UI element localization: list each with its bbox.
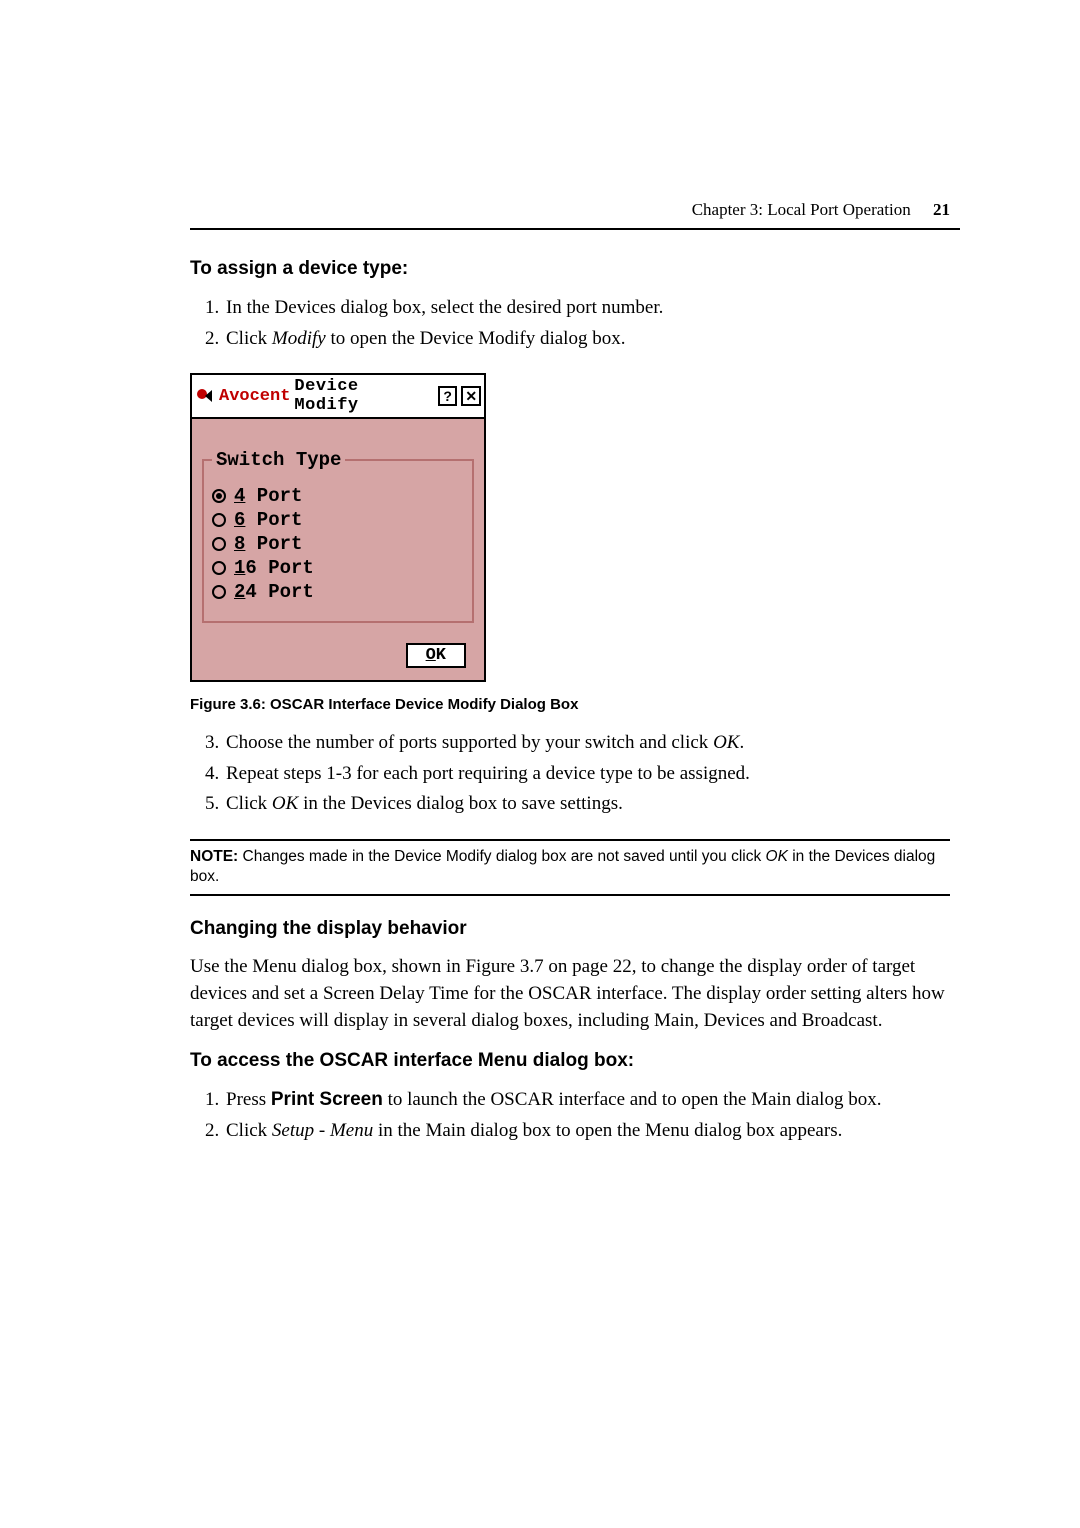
figure-caption: Figure 3.6: OSCAR Interface Device Modif… (190, 696, 950, 713)
radio-icon (212, 489, 226, 503)
page-number: 21 (933, 200, 950, 219)
page-header: Chapter 3: Local Port Operation 21 (190, 200, 960, 220)
assign-steps-list: In the Devices dialog box, select the de… (190, 294, 950, 353)
help-button[interactable]: ? (438, 386, 458, 406)
brand-text: Avocent (219, 387, 290, 406)
avocent-logo-icon (195, 386, 215, 406)
close-button[interactable]: ✕ (461, 386, 481, 406)
changing-paragraph: Use the Menu dialog box, shown in Figure… (190, 954, 950, 1034)
section-title-assign: To assign a device type: (190, 258, 950, 280)
radio-label: 8 Port (234, 533, 302, 555)
section-title-changing: Changing the display behavior (190, 918, 950, 940)
list-item: Click Setup - Menu in the Main dialog bo… (224, 1117, 950, 1146)
page-content: To assign a device type: In the Devices … (190, 258, 950, 1145)
radio-24-port[interactable]: 24 Port (212, 581, 464, 603)
list-item: Repeat steps 1-3 for each port requiring… (224, 760, 950, 789)
device-modify-dialog: Avocent Device Modify ? ✕ Switch Type 4 … (190, 373, 486, 682)
section-title-access: To access the OSCAR interface Menu dialo… (190, 1050, 950, 1072)
radio-16-port[interactable]: 16 Port (212, 557, 464, 579)
switch-type-legend: Switch Type (212, 449, 345, 471)
radio-6-port[interactable]: 6 Port (212, 509, 464, 531)
list-item: Press Print Screen to launch the OSCAR i… (224, 1086, 950, 1115)
dialog-title: Device Modify (294, 377, 429, 415)
radio-label: 24 Port (234, 581, 314, 603)
assign-steps-list-2: Choose the number of ports supported by … (190, 729, 950, 819)
list-item: In the Devices dialog box, select the de… (224, 294, 950, 323)
radio-label: 16 Port (234, 557, 314, 579)
switch-type-group: Switch Type 4 Port 6 Port 8 Port (202, 449, 474, 623)
radio-label: 6 Port (234, 509, 302, 531)
ok-button[interactable]: OK (406, 643, 466, 668)
access-steps-list: Press Print Screen to launch the OSCAR i… (190, 1086, 950, 1145)
list-item: Choose the number of ports supported by … (224, 729, 950, 758)
radio-icon (212, 585, 226, 599)
chapter-label: Chapter 3: Local Port Operation (692, 200, 911, 219)
radio-label: 4 Port (234, 485, 302, 507)
radio-4-port[interactable]: 4 Port (212, 485, 464, 507)
note-box: NOTE: Changes made in the Device Modify … (190, 839, 950, 897)
list-item: Click Modify to open the Device Modify d… (224, 325, 950, 354)
radio-icon (212, 537, 226, 551)
radio-8-port[interactable]: 8 Port (212, 533, 464, 555)
list-item: Click OK in the Devices dialog box to sa… (224, 790, 950, 819)
radio-icon (212, 561, 226, 575)
dialog-title-bar: Avocent Device Modify ? ✕ (192, 375, 484, 419)
header-rule (190, 228, 960, 230)
radio-icon (212, 513, 226, 527)
note-label: NOTE: (190, 848, 238, 865)
